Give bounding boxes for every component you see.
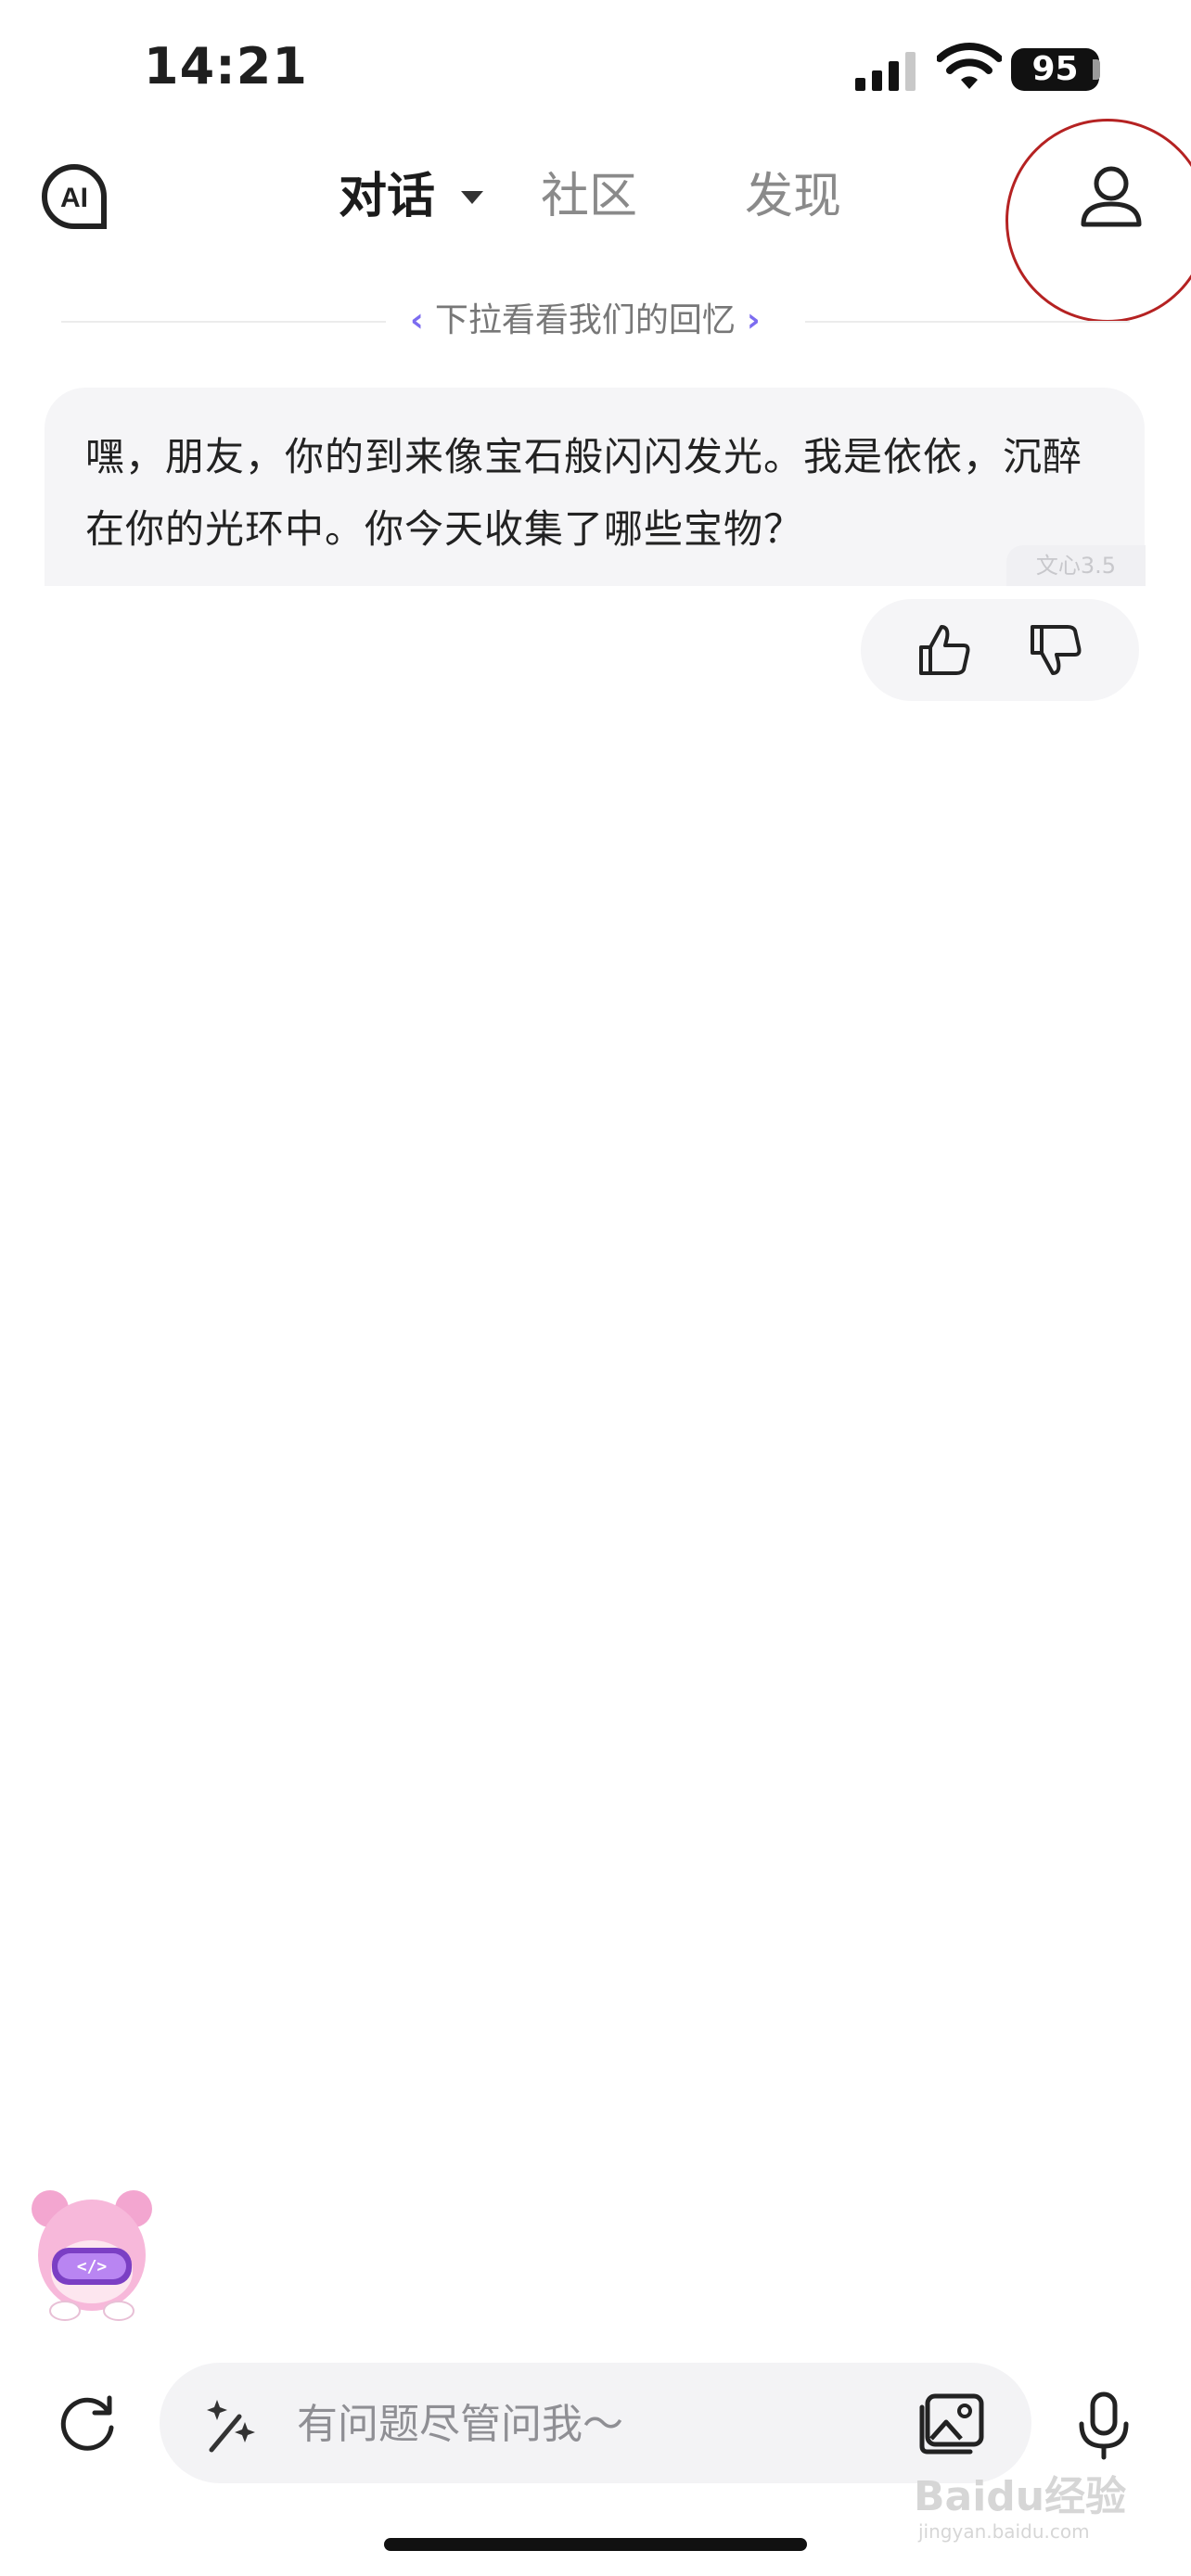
tab-chat[interactable]: 对话 [339,167,435,226]
assistant-message-bubble: 嘿，朋友，你的到来像宝石般闪闪发光。我是依依，沉醉在你的光环中。你今天收集了哪些… [45,388,1145,586]
baidu-watermark-url: jingyan.baidu.com [918,2520,1090,2543]
dislike-button[interactable] [1025,619,1086,681]
annotation-circle [1005,119,1191,323]
status-time: 14:21 [144,37,308,96]
divider-right [805,321,1130,323]
home-indicator[interactable] [384,2538,807,2551]
ai-logo-button[interactable]: AI [41,163,108,230]
image-icon [919,2393,984,2455]
assistant-message-text: 嘿，朋友，你的到来像宝石般闪闪发光。我是依依，沉醉在你的光环中。你今天收集了哪些… [85,434,1083,552]
memory-link-label: 下拉看看我们的回忆 [434,301,736,339]
baidu-watermark: Baidu经验 [914,2473,1127,2520]
model-tag: 文心3.5 [1006,545,1146,586]
tab-community[interactable]: 社区 [541,167,637,226]
chat-dropdown-icon[interactable] [461,191,483,204]
microphone-icon [1079,2391,1129,2460]
input-placeholder: 有问题尽管问我～ [297,2401,623,2448]
character-avatar-icon: </> [32,2190,152,2321]
character-avatar[interactable]: </> [30,2181,154,2359]
tab-discover[interactable]: 发现 [745,167,841,226]
svg-text:</>: </> [77,2257,108,2276]
chevron-left-icon: ‹ [410,301,424,339]
voice-input-button[interactable] [1072,2391,1135,2461]
thumbs-up-icon [919,625,970,675]
battery-indicator: 95 [1011,48,1099,91]
refresh-icon [60,2395,114,2451]
ai-logo-text: AI [60,183,88,213]
chevron-right-icon: › [746,301,761,339]
refresh-button[interactable] [56,2391,121,2455]
divider-left [61,321,386,323]
magic-prompt-button[interactable] [198,2394,260,2455]
like-button[interactable] [914,619,975,681]
battery-tip [1093,59,1100,80]
feedback-pill [861,599,1139,701]
memory-link[interactable]: ‹ 下拉看看我们的回忆 › [399,297,772,345]
image-upload-button[interactable] [918,2392,985,2455]
wifi-icon [937,43,1002,89]
thumbs-down-icon [1031,625,1082,675]
sparkle-wand-icon [207,2400,255,2453]
cellular-signal-icon [855,52,916,91]
ai-logo-icon: AI [42,163,107,229]
